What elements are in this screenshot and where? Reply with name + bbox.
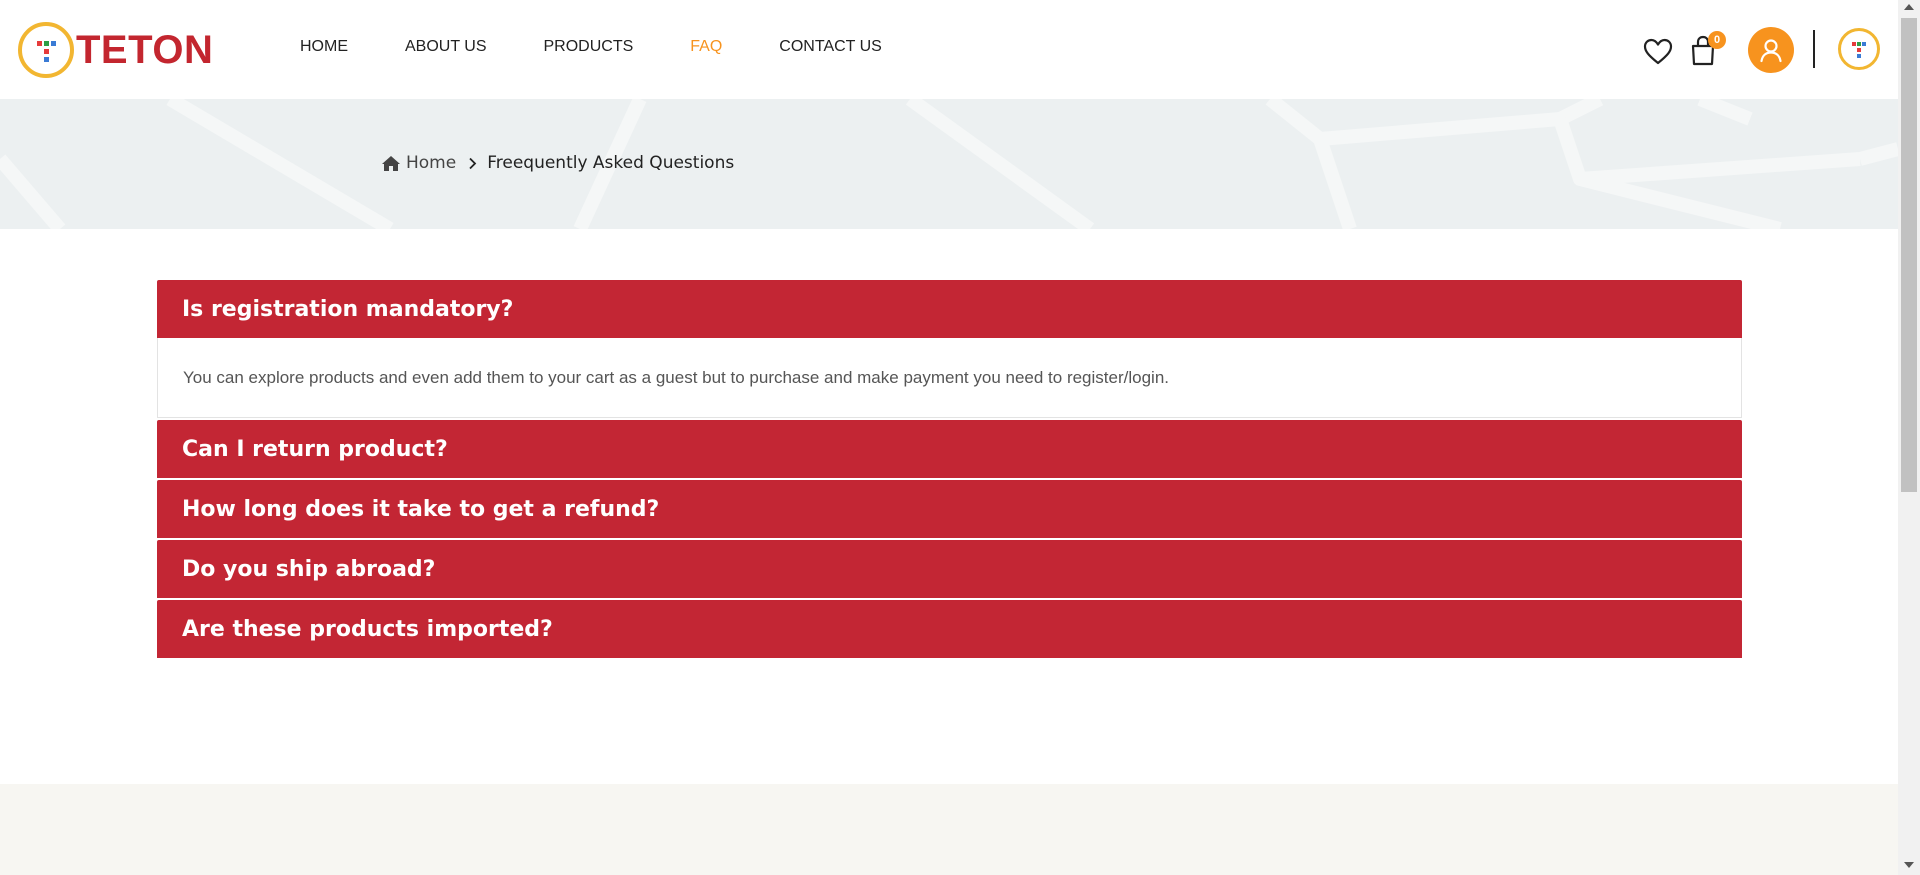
heart-icon[interactable]: [1642, 37, 1674, 65]
home-icon: [382, 155, 400, 171]
header-divider: [1813, 30, 1815, 68]
header-actions: 0: [0, 25, 1898, 75]
footer-section: [0, 784, 1898, 875]
faq-item: Are these products imported?: [157, 600, 1742, 658]
faq-question-shipping[interactable]: Do you ship abroad?: [157, 540, 1742, 598]
breadcrumb-current: Freequently Asked Questions: [487, 153, 735, 173]
cart-count-badge: 0: [1708, 31, 1726, 49]
breadcrumb-home-label: Home: [406, 153, 457, 173]
banner-pattern: [0, 99, 1898, 229]
faq-item: Can I return product?: [157, 420, 1742, 478]
faq-item: Do you ship abroad?: [157, 540, 1742, 598]
faq-accordion: Is registration mandatory? You can explo…: [157, 280, 1742, 660]
breadcrumb-home[interactable]: Home: [381, 153, 456, 173]
faq-question-return[interactable]: Can I return product?: [157, 420, 1742, 478]
breadcrumb: Home Freequently Asked Questions: [381, 153, 734, 173]
faq-item: Is registration mandatory? You can explo…: [157, 280, 1742, 418]
faq-question-imported[interactable]: Are these products imported?: [157, 600, 1742, 658]
teton-logo-icon[interactable]: [1838, 28, 1880, 70]
user-icon[interactable]: [1748, 27, 1794, 73]
breadcrumb-banner: Home Freequently Asked Questions: [0, 99, 1898, 229]
faq-question-refund[interactable]: How long does it take to get a refund?: [157, 480, 1742, 538]
scroll-down-arrow-icon[interactable]: [1904, 862, 1914, 868]
scroll-thumb[interactable]: [1901, 18, 1917, 492]
faq-answer-registration: You can explore products and even add th…: [157, 338, 1742, 418]
scroll-up-arrow-icon[interactable]: [1904, 4, 1914, 10]
faq-question-registration[interactable]: Is registration mandatory?: [157, 280, 1742, 338]
site-header: TETON HOME ABOUT US PRODUCTS FAQ CONTACT…: [0, 0, 1898, 99]
page-scrollbar[interactable]: [1898, 0, 1920, 875]
faq-item: How long does it take to get a refund?: [157, 480, 1742, 538]
chevron-right-icon: [468, 157, 477, 170]
